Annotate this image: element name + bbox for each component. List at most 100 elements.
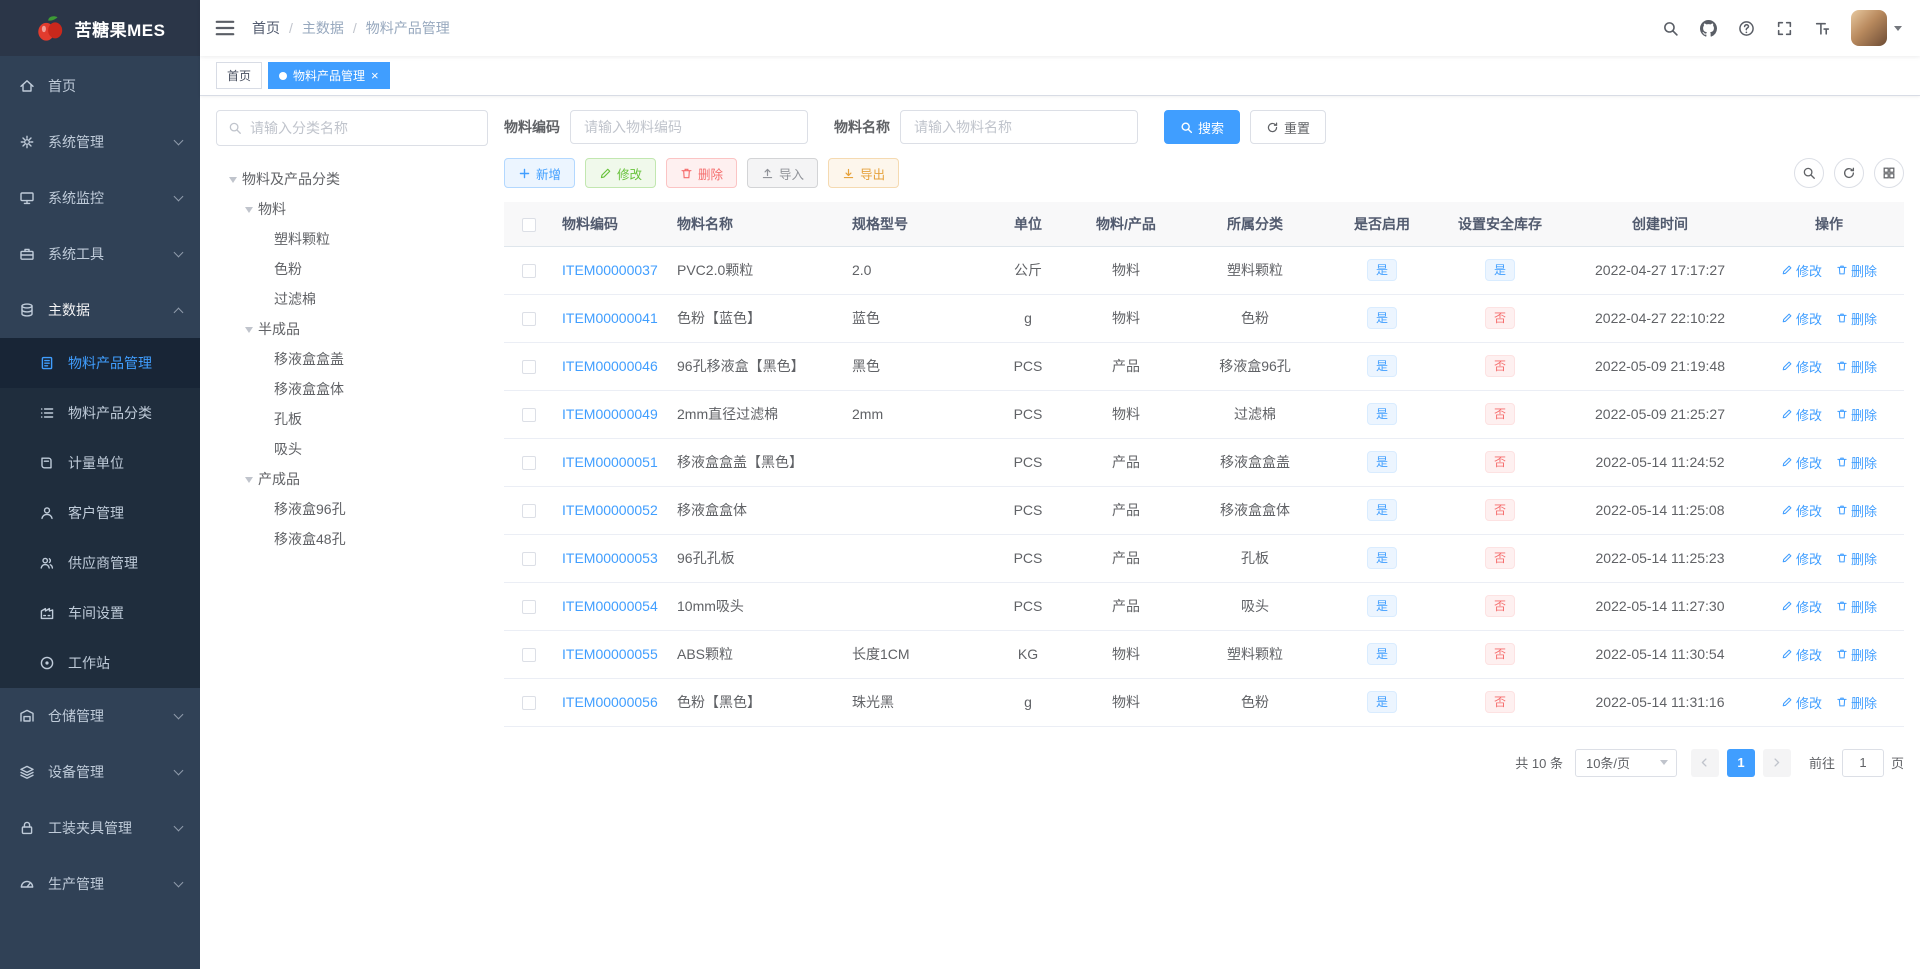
fullscreen-icon[interactable] bbox=[1775, 19, 1793, 37]
tree-node[interactable]: 半成品 bbox=[216, 314, 488, 344]
material-code-link[interactable]: ITEM00000055 bbox=[562, 646, 658, 662]
search-button[interactable]: 搜索 bbox=[1164, 110, 1241, 144]
sidebar-item-fixture-management[interactable]: 工装夹具管理 bbox=[0, 800, 200, 856]
row-edit-link[interactable]: 修改 bbox=[1781, 597, 1822, 616]
sidebar-subitem-material-product-management[interactable]: 物料产品管理 bbox=[0, 338, 200, 388]
import-button[interactable]: 导入 bbox=[747, 158, 819, 188]
row-checkbox[interactable] bbox=[522, 456, 536, 471]
tree-expand-icon[interactable] bbox=[240, 322, 258, 337]
tree-node[interactable]: 移液盒48孔 bbox=[216, 524, 488, 554]
edit-button[interactable]: 修改 bbox=[585, 158, 657, 188]
row-edit-link[interactable]: 修改 bbox=[1781, 405, 1822, 424]
export-button[interactable]: 导出 bbox=[828, 158, 900, 188]
sidebar-subitem-measurement-unit[interactable]: 计量单位 bbox=[0, 438, 200, 488]
tree-node[interactable]: 色粉 bbox=[216, 254, 488, 284]
material-code-link[interactable]: ITEM00000052 bbox=[562, 502, 658, 518]
refresh-button[interactable] bbox=[1834, 158, 1864, 188]
font-size-icon[interactable] bbox=[1813, 19, 1831, 37]
sidebar-subitem-workshop-settings[interactable]: 车间设置 bbox=[0, 588, 200, 638]
tree-expand-icon[interactable] bbox=[240, 472, 258, 487]
row-edit-link[interactable]: 修改 bbox=[1781, 309, 1822, 328]
row-checkbox[interactable] bbox=[522, 408, 536, 423]
material-name-input[interactable] bbox=[900, 110, 1138, 144]
material-code-link[interactable]: ITEM00000049 bbox=[562, 406, 658, 422]
sidebar-item-warehouse-management[interactable]: 仓储管理 bbox=[0, 688, 200, 744]
row-delete-link[interactable]: 删除 bbox=[1836, 261, 1877, 280]
row-edit-link[interactable]: 修改 bbox=[1781, 501, 1822, 520]
page-number-1[interactable]: 1 bbox=[1726, 748, 1755, 777]
row-edit-link[interactable]: 修改 bbox=[1781, 357, 1822, 376]
row-checkbox[interactable] bbox=[522, 312, 536, 327]
toggle-search-button[interactable] bbox=[1794, 158, 1824, 188]
tree-node[interactable]: 物料 bbox=[216, 194, 488, 224]
sidebar-item-system-tools[interactable]: 系统工具 bbox=[0, 226, 200, 282]
hamburger-icon[interactable] bbox=[214, 17, 236, 39]
category-search-input[interactable] bbox=[250, 120, 476, 136]
row-delete-link[interactable]: 删除 bbox=[1836, 309, 1877, 328]
tab-首页[interactable]: 首页 bbox=[216, 62, 263, 89]
tab-物料产品管理[interactable]: 物料产品管理 × bbox=[268, 62, 390, 89]
tree-expand-icon[interactable] bbox=[240, 202, 258, 217]
goto-page-input[interactable] bbox=[1841, 748, 1884, 777]
sidebar-item-equipment-management[interactable]: 设备管理 bbox=[0, 744, 200, 800]
material-code-link[interactable]: ITEM00000051 bbox=[562, 454, 658, 470]
row-checkbox[interactable] bbox=[522, 360, 536, 375]
reset-button[interactable]: 重置 bbox=[1250, 110, 1327, 144]
sidebar-item-production-management[interactable]: 生产管理 bbox=[0, 856, 200, 912]
row-checkbox[interactable] bbox=[522, 696, 536, 711]
tree-expand-icon[interactable] bbox=[224, 172, 242, 187]
page-size-select[interactable]: 10条/页 bbox=[1574, 748, 1677, 777]
user-menu[interactable] bbox=[1851, 10, 1902, 46]
tree-node[interactable]: 产成品 bbox=[216, 464, 488, 494]
sidebar-item-master-data[interactable]: 主数据 bbox=[0, 282, 200, 338]
material-code-link[interactable]: ITEM00000056 bbox=[562, 694, 658, 710]
row-delete-link[interactable]: 删除 bbox=[1836, 645, 1877, 664]
row-delete-link[interactable]: 删除 bbox=[1836, 693, 1877, 712]
select-all-checkbox[interactable] bbox=[522, 217, 536, 232]
sidebar-item-system-monitor[interactable]: 系统监控 bbox=[0, 170, 200, 226]
column-settings-button[interactable] bbox=[1874, 158, 1904, 188]
tree-node[interactable]: 移液盒96孔 bbox=[216, 494, 488, 524]
tree-node[interactable]: 过滤棉 bbox=[216, 284, 488, 314]
material-code-input[interactable] bbox=[570, 110, 808, 144]
tree-node[interactable]: 移液盒盒盖 bbox=[216, 344, 488, 374]
help-icon[interactable] bbox=[1737, 19, 1755, 37]
add-button[interactable]: 新增 bbox=[504, 158, 576, 188]
tree-node[interactable]: 塑料颗粒 bbox=[216, 224, 488, 254]
sidebar-subitem-supplier-management[interactable]: 供应商管理 bbox=[0, 538, 200, 588]
search-icon[interactable] bbox=[1661, 19, 1679, 37]
row-edit-link[interactable]: 修改 bbox=[1781, 693, 1822, 712]
sidebar-subitem-workstation[interactable]: 工作站 bbox=[0, 638, 200, 688]
tree-node[interactable]: 吸头 bbox=[216, 434, 488, 464]
sidebar-subitem-material-product-category[interactable]: 物料产品分类 bbox=[0, 388, 200, 438]
row-edit-link[interactable]: 修改 bbox=[1781, 453, 1822, 472]
row-delete-link[interactable]: 删除 bbox=[1836, 501, 1877, 520]
next-page-button[interactable] bbox=[1762, 748, 1791, 777]
tree-node[interactable]: 移液盒盒体 bbox=[216, 374, 488, 404]
row-checkbox[interactable] bbox=[522, 264, 536, 279]
material-code-link[interactable]: ITEM00000054 bbox=[562, 598, 658, 614]
tree-node[interactable]: 物料及产品分类 bbox=[216, 164, 488, 194]
material-code-link[interactable]: ITEM00000041 bbox=[562, 310, 658, 326]
row-edit-link[interactable]: 修改 bbox=[1781, 549, 1822, 568]
sidebar-item-home[interactable]: 首页 bbox=[0, 58, 200, 114]
material-code-link[interactable]: ITEM00000037 bbox=[562, 262, 658, 278]
row-checkbox[interactable] bbox=[522, 504, 536, 519]
row-delete-link[interactable]: 删除 bbox=[1836, 405, 1877, 424]
avatar[interactable] bbox=[1851, 10, 1887, 46]
row-delete-link[interactable]: 删除 bbox=[1836, 453, 1877, 472]
material-code-link[interactable]: ITEM00000046 bbox=[562, 358, 658, 374]
material-code-link[interactable]: ITEM00000053 bbox=[562, 550, 658, 566]
row-checkbox[interactable] bbox=[522, 552, 536, 567]
row-delete-link[interactable]: 删除 bbox=[1836, 597, 1877, 616]
delete-button[interactable]: 删除 bbox=[666, 158, 738, 188]
row-edit-link[interactable]: 修改 bbox=[1781, 261, 1822, 280]
row-delete-link[interactable]: 删除 bbox=[1836, 549, 1877, 568]
row-checkbox[interactable] bbox=[522, 648, 536, 663]
breadcrumb-item[interactable]: 首页 bbox=[252, 18, 280, 38]
row-edit-link[interactable]: 修改 bbox=[1781, 645, 1822, 664]
row-delete-link[interactable]: 删除 bbox=[1836, 357, 1877, 376]
prev-page-button[interactable] bbox=[1690, 748, 1719, 777]
close-icon[interactable]: × bbox=[371, 69, 379, 82]
logo[interactable]: 苦糖果MES bbox=[0, 0, 200, 56]
